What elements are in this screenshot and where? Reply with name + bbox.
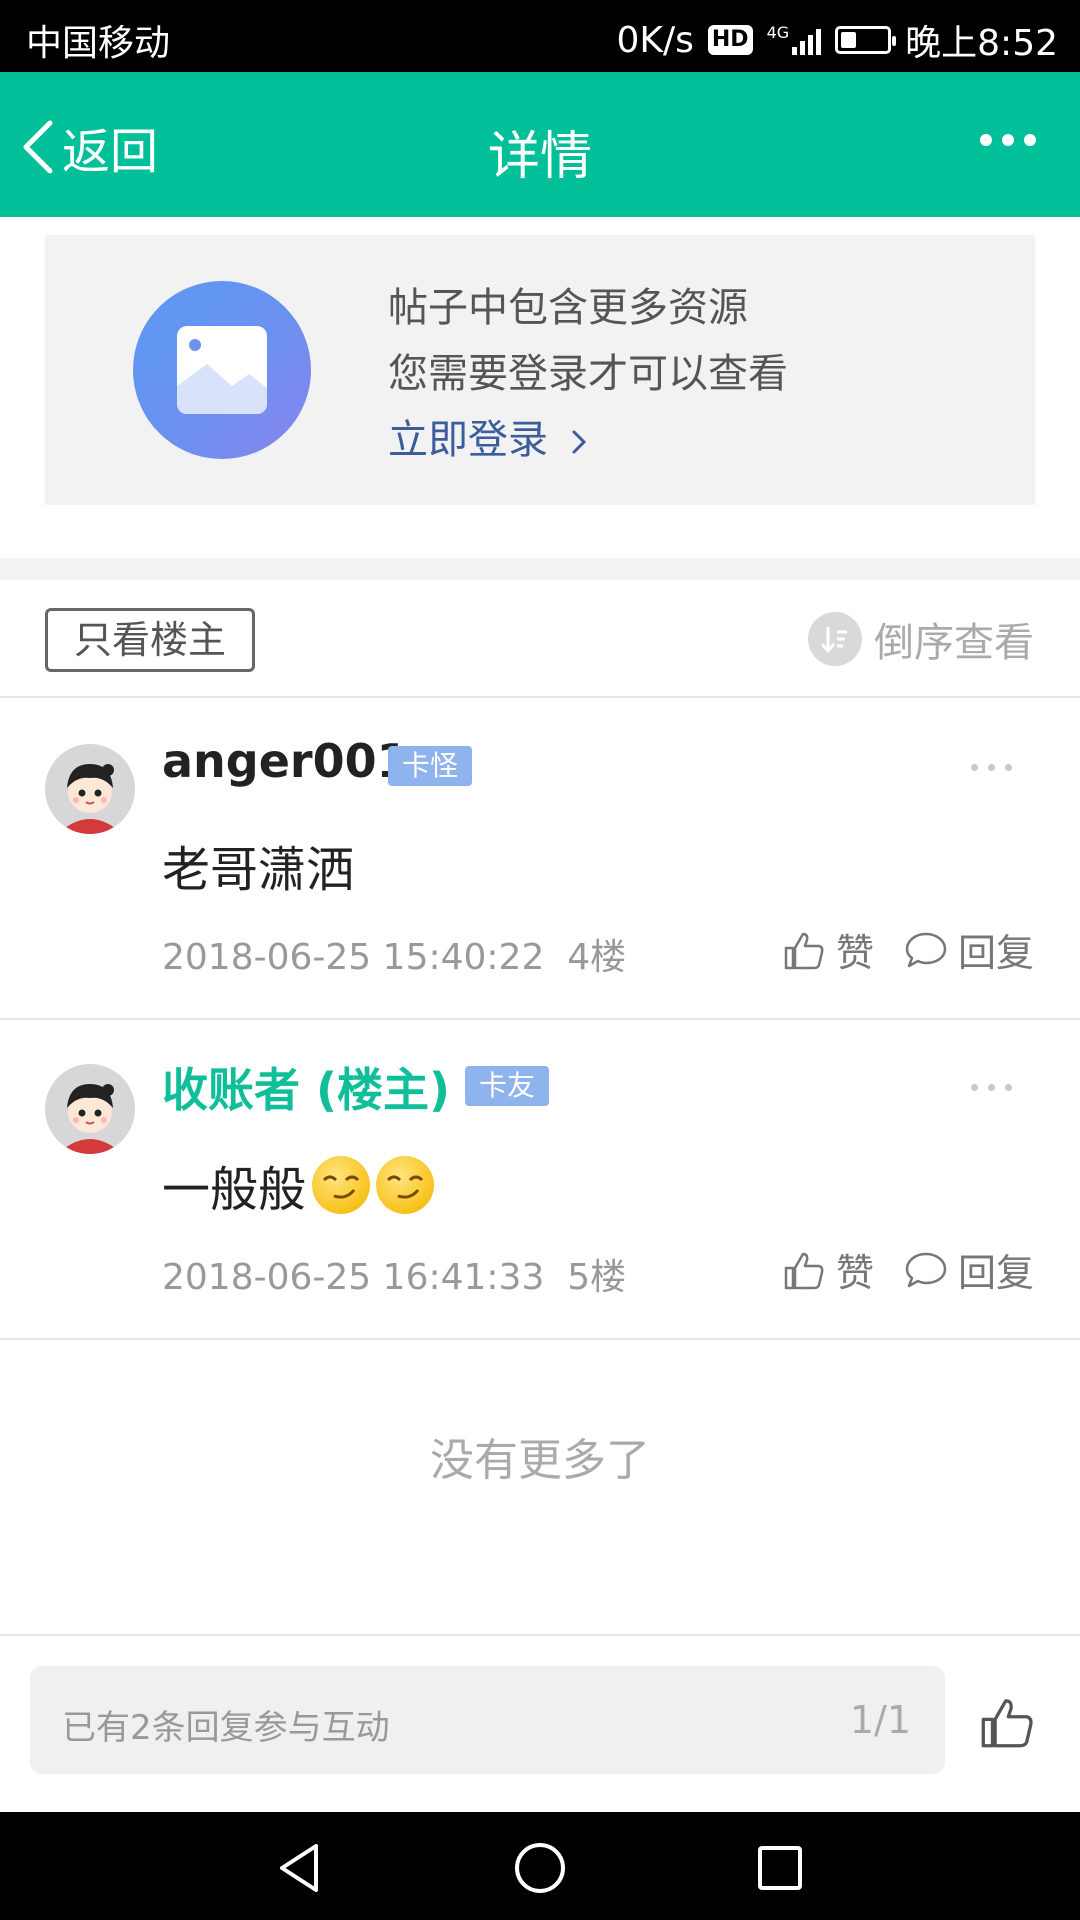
comment-icon xyxy=(905,932,947,967)
avatar[interactable] xyxy=(45,1064,135,1154)
avatar[interactable] xyxy=(45,744,135,834)
smirk-emoji-icon xyxy=(376,1156,435,1214)
like-label: 赞 xyxy=(835,931,874,975)
page-indicator[interactable]: 1/1 xyxy=(850,1698,911,1742)
username[interactable]: anger001 xyxy=(162,734,409,788)
dot xyxy=(980,134,992,146)
image-icon xyxy=(133,281,311,459)
reply-button[interactable]: 回复 xyxy=(904,922,1034,977)
reply-input-placeholder: 已有2条回复参与互动 xyxy=(62,1708,390,1748)
picture-frame xyxy=(177,326,267,414)
battery-icon xyxy=(835,26,897,54)
reply-content: 老哥潇洒 xyxy=(162,842,355,898)
banner-text: 帖子中包含更多资源 您需要登录才可以查看 立即登录 xyxy=(388,275,788,473)
status-bar: 中国移动 0K/s HD 4G 晚上8:52 xyxy=(0,0,1080,72)
carrier-label: 中国移动 xyxy=(26,23,171,64)
reply-time: 2018-06-25 15:40:22 xyxy=(162,937,545,978)
reply-meta: 2018-06-25 15:40:22 4楼 xyxy=(162,928,626,980)
post-more-button[interactable] xyxy=(971,764,1012,771)
comment-icon xyxy=(905,1252,947,1287)
banner-line-1: 帖子中包含更多资源 xyxy=(388,285,748,331)
thumbs-up-icon xyxy=(981,1699,1033,1748)
reply-item: anger001 卡怪 老哥潇洒 2018-06-25 15:40:22 4楼 … xyxy=(0,700,1080,1020)
reply-actions: 赞 回复 xyxy=(782,922,1034,977)
like-button[interactable]: 赞 xyxy=(782,922,874,977)
user-level-badge: 卡友 xyxy=(465,1066,550,1106)
smirk-emoji-icon xyxy=(312,1156,371,1214)
no-more-label: 没有更多了 xyxy=(430,1435,650,1486)
username-op[interactable]: 收账者 (楼主) xyxy=(162,1054,450,1120)
recents-square-icon[interactable] xyxy=(752,1840,808,1896)
more-options-button[interactable] xyxy=(980,134,1036,146)
hd-icon: HD xyxy=(707,25,753,55)
reply-floor: 5楼 xyxy=(567,1257,627,1298)
system-navigation-bar xyxy=(0,1812,1080,1920)
home-circle-icon[interactable] xyxy=(512,1840,568,1896)
reverse-order-button[interactable]: 倒序查看 xyxy=(808,610,1034,668)
post-more-button[interactable] xyxy=(971,1084,1012,1091)
reply-input[interactable]: 已有2条回复参与互动 1/1 xyxy=(30,1666,945,1774)
reply-item: 收账者 (楼主) 卡友 一般般 2018-06-25 16:41:33 5楼 赞… xyxy=(0,1020,1080,1340)
login-link[interactable]: 立即登录 xyxy=(388,407,788,473)
only-op-button[interactable]: 只看楼主 xyxy=(45,608,255,672)
reverse-order-label: 倒序查看 xyxy=(874,620,1034,666)
login-required-banner: 帖子中包含更多资源 您需要登录才可以查看 立即登录 xyxy=(45,235,1035,505)
mountain-shape xyxy=(177,364,267,414)
battery-fill xyxy=(841,32,857,48)
bottom-reply-bar: 已有2条回复参与互动 1/1 xyxy=(0,1634,1080,1812)
reply-actions: 赞 回复 xyxy=(782,1242,1034,1297)
thumbs-up-icon xyxy=(784,932,824,969)
status-icons: 0K/s HD 4G 晚上8:52 xyxy=(616,14,1058,66)
reply-time: 2018-06-25 16:41:33 xyxy=(162,1257,545,1298)
back-triangle-icon[interactable] xyxy=(272,1840,328,1896)
dot xyxy=(1024,134,1036,146)
banner-line-2: 您需要登录才可以查看 xyxy=(388,351,788,397)
reply-button[interactable]: 回复 xyxy=(904,1242,1034,1297)
cartoon-avatar xyxy=(45,744,135,834)
login-link-label: 立即登录 xyxy=(388,417,548,463)
reply-label: 回复 xyxy=(957,931,1034,975)
reply-floor: 4楼 xyxy=(567,937,627,978)
like-post-button[interactable] xyxy=(978,1692,1036,1756)
net-speed: 0K/s xyxy=(616,19,694,61)
reply-meta: 2018-06-25 16:41:33 5楼 xyxy=(162,1248,626,1300)
user-level-badge: 卡怪 xyxy=(388,746,473,786)
page-title: 详情 xyxy=(487,127,592,187)
cartoon-avatar xyxy=(45,1064,135,1154)
reply-label: 回复 xyxy=(957,1251,1034,1295)
like-button[interactable]: 赞 xyxy=(782,1242,874,1297)
filter-row: 只看楼主 倒序查看 xyxy=(0,580,1080,698)
clock: 晚上8:52 xyxy=(905,23,1058,64)
section-divider xyxy=(0,558,1080,580)
network-type: 4G xyxy=(766,23,790,42)
signal-icon: 4G xyxy=(767,25,822,55)
thumbs-up-icon xyxy=(784,1252,824,1289)
chevron-right-icon xyxy=(572,430,586,454)
sort-icon xyxy=(808,612,862,666)
dot xyxy=(1002,134,1014,146)
reply-text: 一般般 xyxy=(162,1162,307,1218)
like-label: 赞 xyxy=(835,1251,874,1295)
top-nav-bar: 返回 详情 xyxy=(0,72,1080,217)
reply-content: 一般般 xyxy=(162,1150,435,1220)
